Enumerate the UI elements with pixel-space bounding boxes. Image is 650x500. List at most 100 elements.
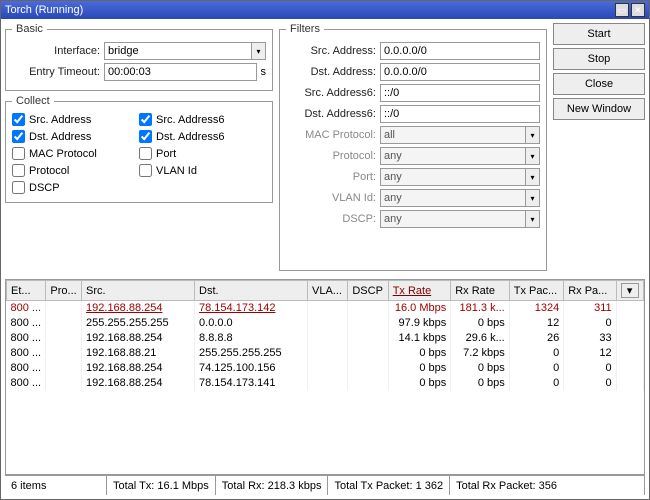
filters-group: Filters Src. Address:Dst. Address:Src. A… xyxy=(279,23,547,271)
window-title: Torch (Running) xyxy=(5,4,615,16)
cell: 74.125.100.156 xyxy=(195,361,308,376)
cell: 192.168.88.254 xyxy=(82,376,195,391)
status-totaltxp: Total Tx Packet: 1 362 xyxy=(328,476,450,495)
checkbox-label: Src. Address xyxy=(29,114,91,126)
chevron-down-icon[interactable]: ▾ xyxy=(525,127,539,143)
cell: 0 bps xyxy=(388,361,451,376)
filter-input[interactable] xyxy=(380,168,540,186)
filter-field[interactable]: ▾ xyxy=(380,126,540,144)
column-header[interactable]: Src. xyxy=(82,281,195,301)
filter-field[interactable] xyxy=(380,105,540,123)
checkbox[interactable] xyxy=(139,164,152,177)
stop-button[interactable]: Stop xyxy=(553,48,645,70)
filter-field[interactable]: ▾ xyxy=(380,147,540,165)
cell xyxy=(308,301,348,316)
close-button[interactable]: Close xyxy=(553,73,645,95)
filter-label: Dst. Address6: xyxy=(286,108,376,120)
filter-field[interactable] xyxy=(380,42,540,60)
cell: 255.255.255.255 xyxy=(195,346,308,361)
traffic-table[interactable]: Et...Pro...Src.Dst.VLA...DSCPTx RateRx R… xyxy=(5,279,645,475)
checkbox[interactable] xyxy=(12,147,25,160)
checkbox[interactable] xyxy=(12,130,25,143)
chevron-down-icon[interactable]: ▾ xyxy=(525,169,539,185)
table-row[interactable]: 800 ...192.168.88.25478.154.173.14216.0 … xyxy=(7,301,644,316)
filter-field[interactable] xyxy=(380,84,540,102)
interface-select[interactable]: ▾ xyxy=(104,42,266,60)
filter-input[interactable] xyxy=(380,210,540,228)
checkbox[interactable] xyxy=(12,181,25,194)
collect-dscp[interactable]: DSCP xyxy=(12,181,139,194)
collect-vlan-id[interactable]: VLAN Id xyxy=(139,164,266,177)
cell: 192.168.88.254 xyxy=(82,301,195,316)
chevron-down-icon[interactable]: ▾ xyxy=(251,43,265,59)
column-header[interactable]: Rx Pa... xyxy=(564,281,616,301)
cell: 0 bps xyxy=(451,376,510,391)
close-icon[interactable]: ✕ xyxy=(631,3,645,17)
table-row[interactable]: 800 ...255.255.255.2550.0.0.097.9 kbps0 … xyxy=(7,316,644,331)
checkbox[interactable] xyxy=(139,113,152,126)
cell: 181.3 k... xyxy=(451,301,510,316)
collect-dst-address6[interactable]: Dst. Address6 xyxy=(139,130,266,143)
collect-group: Collect Src. AddressSrc. Address6Dst. Ad… xyxy=(5,95,273,203)
cell: 0.0.0.0 xyxy=(195,316,308,331)
column-header[interactable]: Pro... xyxy=(46,281,82,301)
chevron-down-icon[interactable]: ▾ xyxy=(525,211,539,227)
chevron-down-icon[interactable]: ▾ xyxy=(525,190,539,206)
start-button[interactable]: Start xyxy=(553,23,645,45)
checkbox[interactable] xyxy=(139,147,152,160)
filter-input[interactable] xyxy=(380,42,540,60)
filter-field[interactable] xyxy=(380,63,540,81)
filter-input[interactable] xyxy=(380,189,540,207)
table-row[interactable]: 800 ...192.168.88.25478.154.173.1410 bps… xyxy=(7,376,644,391)
new-window-button[interactable]: New Window xyxy=(553,98,645,120)
cell: 311 xyxy=(564,301,616,316)
column-header[interactable]: DSCP xyxy=(348,281,388,301)
column-header[interactable]: VLA... xyxy=(308,281,348,301)
chevron-down-icon[interactable]: ▾ xyxy=(525,148,539,164)
cell: 0 xyxy=(564,361,616,376)
checkbox-label: MAC Protocol xyxy=(29,148,97,160)
filter-input[interactable] xyxy=(380,147,540,165)
cell: 0 xyxy=(564,376,616,391)
filter-field[interactable]: ▾ xyxy=(380,168,540,186)
table-row[interactable]: 800 ...192.168.88.21255.255.255.2550 bps… xyxy=(7,346,644,361)
column-header[interactable]: Rx Rate xyxy=(451,281,510,301)
column-header[interactable]: Dst. xyxy=(195,281,308,301)
filter-input[interactable] xyxy=(380,126,540,144)
collect-port[interactable]: Port xyxy=(139,147,266,160)
column-header[interactable]: Tx Pac... xyxy=(509,281,563,301)
collect-mac-protocol[interactable]: MAC Protocol xyxy=(12,147,139,160)
checkbox[interactable] xyxy=(12,164,25,177)
checkbox[interactable] xyxy=(12,113,25,126)
cell: 12 xyxy=(509,316,563,331)
cell: 800 ... xyxy=(7,376,46,391)
collect-legend: Collect xyxy=(12,95,54,107)
column-header[interactable]: Et... xyxy=(7,281,46,301)
minimize-icon[interactable]: ▭ xyxy=(615,3,629,17)
titlebar[interactable]: Torch (Running) ▭ ✕ xyxy=(1,1,649,19)
cell xyxy=(308,346,348,361)
filter-label: Protocol: xyxy=(286,150,376,162)
interface-input[interactable] xyxy=(104,42,266,60)
cell: 0 bps xyxy=(451,361,510,376)
filter-input[interactable] xyxy=(380,63,540,81)
filter-field[interactable]: ▾ xyxy=(380,210,540,228)
filter-input[interactable] xyxy=(380,105,540,123)
chevron-down-icon[interactable]: ▾ xyxy=(621,283,639,298)
checkbox-label: VLAN Id xyxy=(156,165,197,177)
cell: 0 xyxy=(509,376,563,391)
filter-input[interactable] xyxy=(380,84,540,102)
timeout-unit: s xyxy=(261,66,267,78)
cell xyxy=(348,376,388,391)
checkbox[interactable] xyxy=(139,130,152,143)
timeout-input[interactable] xyxy=(104,63,257,81)
basic-legend: Basic xyxy=(12,23,47,35)
filter-field[interactable]: ▾ xyxy=(380,189,540,207)
table-row[interactable]: 800 ...192.168.88.25474.125.100.1560 bps… xyxy=(7,361,644,376)
collect-src-address6[interactable]: Src. Address6 xyxy=(139,113,266,126)
collect-dst-address[interactable]: Dst. Address xyxy=(12,130,139,143)
collect-protocol[interactable]: Protocol xyxy=(12,164,139,177)
column-header[interactable]: Tx Rate xyxy=(388,281,451,301)
table-row[interactable]: 800 ...192.168.88.2548.8.8.814.1 kbps29.… xyxy=(7,331,644,346)
collect-src-address[interactable]: Src. Address xyxy=(12,113,139,126)
